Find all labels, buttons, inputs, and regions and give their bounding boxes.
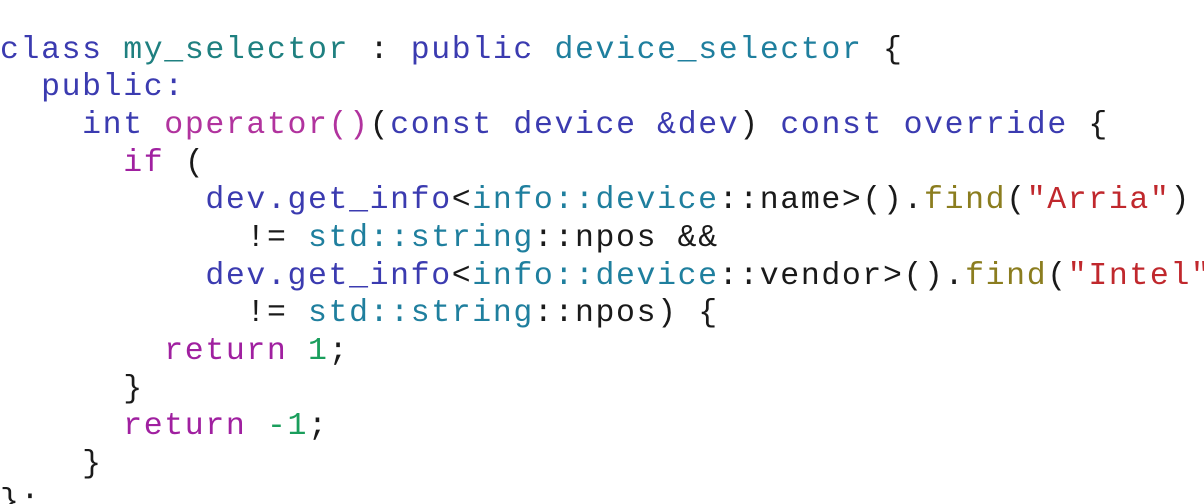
- code-line: };: [0, 484, 1204, 504]
- code-token: override: [903, 107, 1068, 143]
- code-token: device: [513, 107, 637, 143]
- code-token: if: [123, 145, 165, 181]
- code-token: ;: [20, 484, 42, 504]
- code-token: "Arria": [1026, 183, 1171, 219]
- code-token: device_selector: [554, 32, 863, 68]
- code-token: ::name>().: [718, 183, 925, 219]
- code-token: ::npos: [533, 220, 658, 256]
- code-token: return: [164, 334, 288, 369]
- code-token: -1: [266, 409, 309, 445]
- code-token: ): [1170, 183, 1192, 219]
- code-token: std::string: [308, 220, 534, 256]
- code-token: find: [924, 183, 1007, 219]
- code-token: my_selector: [123, 32, 350, 68]
- code-token: public: [410, 32, 534, 68]
- code-token: ): [739, 107, 760, 143]
- code-token: }: [0, 484, 21, 504]
- code-line: public:: [0, 69, 1204, 107]
- code-token: {: [698, 296, 719, 332]
- code-line: int operator()(const device &dev) const …: [0, 107, 1204, 145]
- code-token: find: [965, 258, 1048, 294]
- code-token: }: [123, 371, 144, 407]
- code-token: ;: [328, 334, 350, 369]
- code-token: (: [369, 107, 391, 143]
- code-token: info::device: [472, 183, 719, 219]
- code-token: "Intel": [1067, 258, 1204, 294]
- code-token: const: [390, 107, 493, 143]
- code-block: class my_selector : public device_select…: [0, 32, 1204, 504]
- code-token: ;: [308, 409, 329, 445]
- code-token: &&: [677, 220, 719, 256]
- code-line: if (: [0, 145, 1204, 183]
- code-token: !=: [246, 296, 288, 332]
- code-line: dev.get_info<info::device::name>().find(…: [0, 182, 1204, 220]
- code-token: (: [1006, 183, 1027, 219]
- code-token: }: [82, 447, 103, 483]
- code-line: }: [0, 371, 1204, 409]
- code-token: &dev: [657, 107, 740, 143]
- code-token: {: [1088, 107, 1109, 143]
- code-token: !=: [246, 220, 288, 256]
- code-token: ::vendor>().: [718, 258, 966, 294]
- code-token: :: [164, 70, 185, 106]
- code-token: :: [369, 32, 391, 68]
- code-line: return -1;: [0, 408, 1204, 446]
- code-token: <: [451, 258, 473, 294]
- code-line: != std::string::npos &&: [0, 220, 1204, 258]
- code-token: info::device: [472, 258, 719, 294]
- code-line: != std::string::npos) {: [0, 295, 1204, 333]
- code-line: class my_selector : public device_select…: [0, 32, 1204, 70]
- code-token: (: [1047, 258, 1068, 294]
- code-token: {: [883, 32, 904, 68]
- code-token: dev.get_info: [205, 183, 452, 219]
- code-listing-figure: class my_selector : public device_select…: [0, 0, 1204, 504]
- code-token: dev.get_info: [205, 258, 452, 294]
- code-token: std::string: [308, 296, 534, 332]
- code-token: 1: [308, 334, 329, 369]
- code-token: int: [82, 107, 144, 143]
- code-line: return 1;: [0, 333, 1204, 371]
- code-line: dev.get_info<info::device::vendor>().fin…: [0, 258, 1204, 296]
- code-token: (: [184, 145, 206, 181]
- code-token: class: [0, 32, 103, 68]
- code-token: <: [451, 183, 473, 219]
- code-line: }: [0, 446, 1204, 484]
- code-token: operator(): [164, 107, 370, 143]
- code-token: return: [123, 409, 247, 445]
- code-token: public: [41, 70, 165, 106]
- code-token: ::npos): [533, 296, 678, 332]
- code-token: const: [780, 107, 884, 143]
